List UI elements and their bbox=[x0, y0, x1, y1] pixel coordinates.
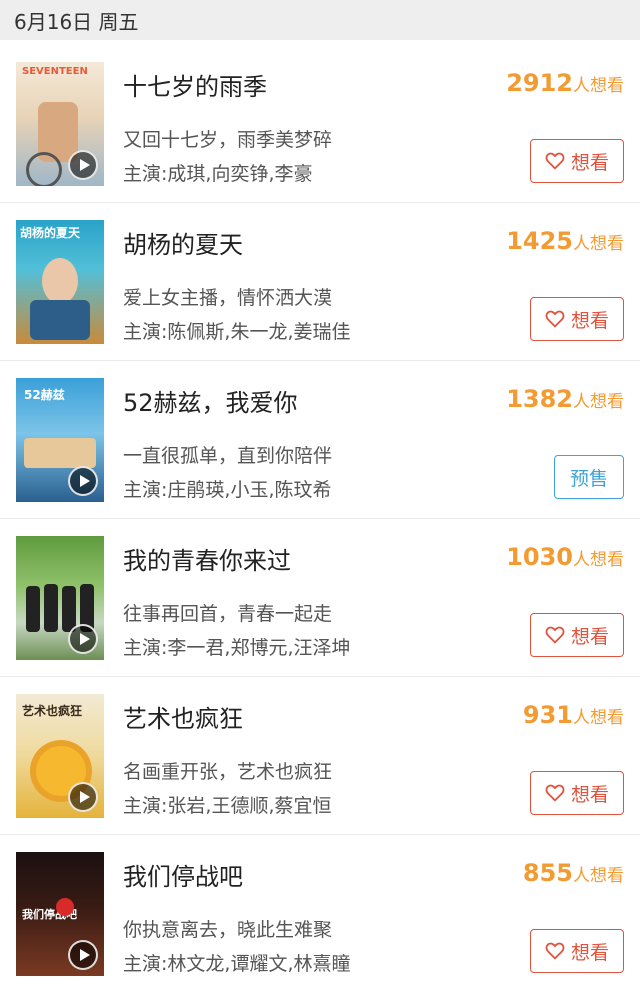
movie-title[interactable]: 十七岁的雨季 bbox=[123, 67, 267, 102]
heart-icon bbox=[545, 942, 565, 960]
movie-poster[interactable]: 艺术也疯狂 bbox=[16, 694, 104, 818]
movie-row[interactable]: 我的青春你来过 1030人想看 往事再回首，青春一起走 主演:李一君,郑博元,汪… bbox=[0, 519, 640, 677]
want-count: 855人想看 bbox=[522, 859, 624, 887]
movie-row[interactable]: SEVENTEEN 十七岁的雨季 2912人想看 又回十七岁，雨季美梦碎 主演:… bbox=[0, 45, 640, 203]
want-to-see-button[interactable]: 想看 bbox=[530, 771, 624, 815]
movie-title[interactable]: 52赫兹，我爱你 bbox=[123, 383, 298, 418]
want-count: 1030人想看 bbox=[506, 543, 624, 571]
movie-cast: 主演:张岩,王德顺,蔡宜恒 bbox=[123, 795, 332, 817]
poster-text: 52赫兹 bbox=[24, 388, 65, 402]
want-button-label: 想看 bbox=[570, 151, 609, 174]
movie-row[interactable]: 胡杨的夏天 胡杨的夏天 1425人想看 爱上女主播，情怀洒大漠 主演:陈佩斯,朱… bbox=[0, 203, 640, 361]
date-label: 6月16日 周五 bbox=[14, 9, 139, 34]
heart-icon bbox=[545, 310, 565, 328]
movie-title[interactable]: 我的青春你来过 bbox=[123, 541, 291, 576]
movie-poster[interactable]: SEVENTEEN bbox=[16, 62, 104, 186]
movie-tagline: 往事再回首，青春一起走 bbox=[123, 603, 333, 625]
heart-icon bbox=[545, 626, 565, 644]
want-button-label: 想看 bbox=[570, 309, 609, 332]
want-count: 1425人想看 bbox=[506, 227, 624, 255]
play-trailer-icon[interactable] bbox=[68, 782, 98, 812]
movie-row[interactable]: 52赫兹 52赫兹，我爱你 1382人想看 一直很孤单，直到你陪伴 主演:庄鹃瑛… bbox=[0, 361, 640, 519]
want-count: 931人想看 bbox=[522, 701, 624, 729]
poster-text: 艺术也疯狂 bbox=[22, 704, 83, 718]
movie-tagline: 你执意离去，晓此生难聚 bbox=[123, 919, 333, 941]
play-trailer-icon[interactable] bbox=[68, 940, 98, 970]
movie-list: SEVENTEEN 十七岁的雨季 2912人想看 又回十七岁，雨季美梦碎 主演:… bbox=[0, 45, 640, 993]
movie-row[interactable]: 艺术也疯狂 艺术也疯狂 931人想看 名画重开张，艺术也疯狂 主演:张岩,王德顺… bbox=[0, 677, 640, 835]
heart-icon bbox=[545, 152, 565, 170]
presale-button[interactable]: 预售 bbox=[554, 455, 624, 499]
movie-poster[interactable]: 52赫兹 bbox=[16, 378, 104, 502]
want-to-see-button[interactable]: 想看 bbox=[530, 929, 624, 973]
movie-poster[interactable]: 我们停战吧 bbox=[16, 852, 104, 976]
movie-title[interactable]: 我们停战吧 bbox=[123, 857, 243, 892]
want-button-label: 想看 bbox=[570, 625, 609, 648]
movie-tagline: 一直很孤单，直到你陪伴 bbox=[123, 445, 333, 467]
movie-tagline: 名画重开张，艺术也疯狂 bbox=[123, 761, 333, 783]
want-to-see-button[interactable]: 想看 bbox=[530, 613, 624, 657]
movie-poster[interactable]: 胡杨的夏天 bbox=[16, 220, 104, 344]
movie-cast: 主演:成琪,向奕铮,李豪 bbox=[123, 163, 313, 185]
want-count: 2912人想看 bbox=[506, 69, 624, 97]
movie-cast: 主演:林文龙,谭耀文,林熹瞳 bbox=[123, 953, 351, 975]
movie-title[interactable]: 艺术也疯狂 bbox=[123, 699, 243, 734]
movie-tagline: 爱上女主播，情怀洒大漠 bbox=[123, 287, 333, 309]
movie-cast: 主演:陈佩斯,朱一龙,姜瑞佳 bbox=[123, 321, 351, 343]
heart-icon bbox=[545, 784, 565, 802]
play-trailer-icon[interactable] bbox=[68, 466, 98, 496]
movie-poster[interactable] bbox=[16, 536, 104, 660]
date-header: 6月16日 周五 bbox=[0, 0, 640, 40]
play-trailer-icon[interactable] bbox=[68, 624, 98, 654]
want-button-label: 想看 bbox=[570, 783, 609, 806]
movie-cast: 主演:李一君,郑博元,汪泽坤 bbox=[123, 637, 351, 659]
poster-text: SEVENTEEN bbox=[22, 66, 88, 77]
want-to-see-button[interactable]: 想看 bbox=[530, 139, 624, 183]
poster-text: 胡杨的夏天 bbox=[20, 226, 81, 240]
movie-row[interactable]: 我们停战吧 我们停战吧 855人想看 你执意离去，晓此生难聚 主演:林文龙,谭耀… bbox=[0, 835, 640, 993]
want-count: 1382人想看 bbox=[506, 385, 624, 413]
movie-tagline: 又回十七岁，雨季美梦碎 bbox=[123, 129, 333, 151]
want-to-see-button[interactable]: 想看 bbox=[530, 297, 624, 341]
play-trailer-icon[interactable] bbox=[68, 150, 98, 180]
presale-button-label: 预售 bbox=[569, 467, 608, 490]
want-button-label: 想看 bbox=[570, 941, 609, 964]
movie-title[interactable]: 胡杨的夏天 bbox=[123, 225, 243, 260]
movie-cast: 主演:庄鹃瑛,小玉,陈玟希 bbox=[123, 479, 332, 501]
